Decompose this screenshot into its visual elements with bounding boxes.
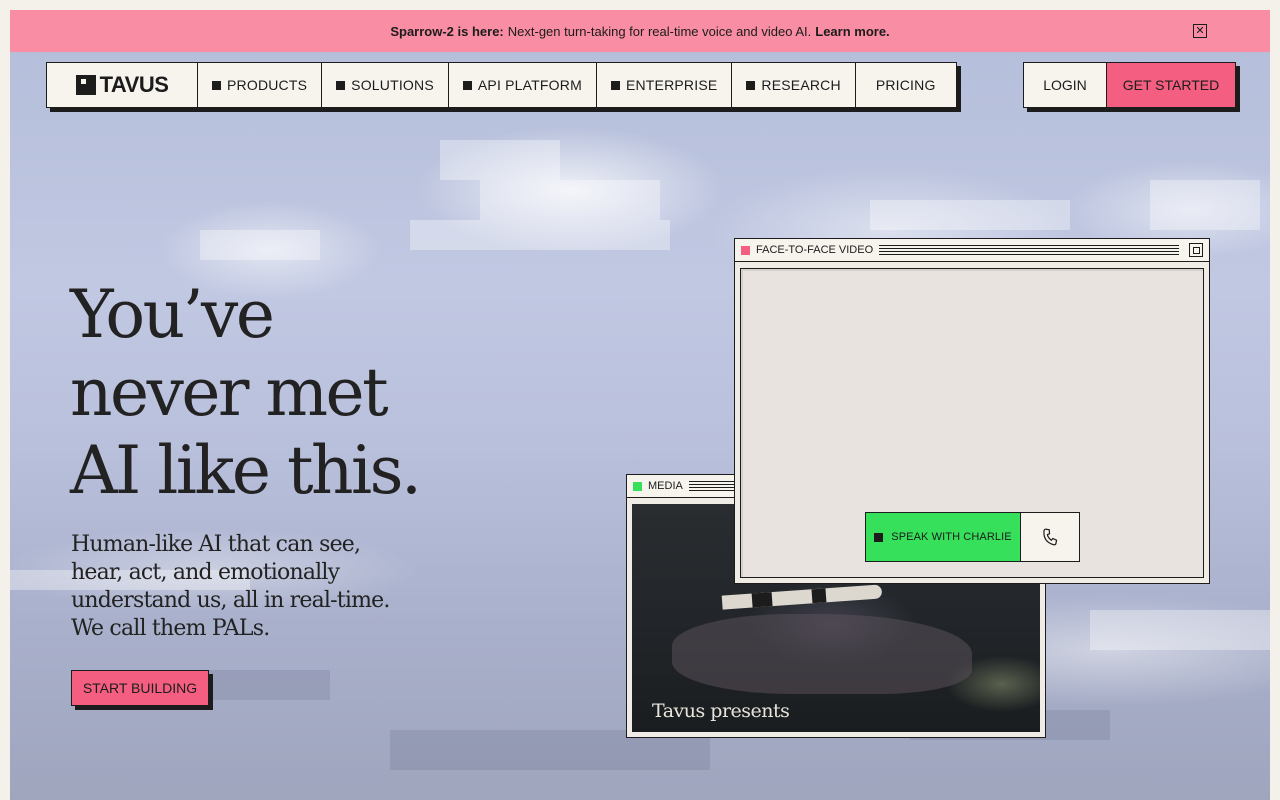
- speak-with-charlie-button[interactable]: SPEAK WITH CHARLIE: [866, 513, 1021, 561]
- square-icon: [610, 80, 620, 90]
- learn-more-link[interactable]: Learn more.: [815, 24, 889, 39]
- square-icon: [874, 532, 884, 542]
- logo[interactable]: TAVUS: [47, 63, 198, 107]
- announcement-bar: Sparrow-2 is here: Next-gen turn-taking …: [10, 10, 1270, 52]
- logo-text: TAVUS: [99, 72, 169, 97]
- speak-controls: SPEAK WITH CHARLIE: [865, 512, 1080, 562]
- nav-item-label: ENTERPRISE: [625, 77, 718, 93]
- ftf-window-title: FACE-TO-FACE VIDEO: [756, 244, 874, 256]
- cloud-block: [1150, 180, 1260, 230]
- cloud-block: [410, 220, 670, 250]
- green-dot-icon: [633, 481, 642, 491]
- page-frame: Sparrow-2 is here: Next-gen turn-taking …: [10, 10, 1270, 800]
- nav-products[interactable]: PRODUCTS: [198, 63, 323, 107]
- hero-title-line: AI like this.: [70, 432, 422, 509]
- nav-item-label: SOLUTIONS: [351, 77, 434, 93]
- media-window-title: MEDIA: [648, 480, 683, 492]
- announcement-text: Next-gen turn-taking for real-time voice…: [507, 23, 812, 39]
- window-zoom-icon[interactable]: [1189, 243, 1203, 257]
- hero-subtitle: Human-like AI that can see, hear, act, a…: [71, 532, 390, 641]
- square-icon: [212, 80, 221, 90]
- hero-title-line: You’ve: [70, 276, 275, 353]
- announcement-bold: Sparrow-2 is here:: [390, 23, 504, 39]
- nav-enterprise[interactable]: ENTERPRISE: [597, 63, 733, 107]
- nav-pricing[interactable]: PRICING: [856, 63, 956, 107]
- square-icon: [746, 80, 756, 90]
- start-building-button[interactable]: START BUILDING: [71, 670, 209, 706]
- ftf-window-titlebar[interactable]: FACE-TO-FACE VIDEO: [735, 239, 1209, 262]
- close-icon[interactable]: ✕: [1193, 24, 1207, 38]
- square-icon: [336, 80, 346, 90]
- nav-item-label: PRICING: [875, 77, 936, 93]
- phone-icon[interactable]: [1021, 513, 1079, 561]
- login-button[interactable]: LOGIN: [1024, 63, 1107, 107]
- nav-research[interactable]: RESEARCH: [732, 63, 856, 107]
- square-icon: [462, 80, 472, 90]
- video-canvas: SPEAK WITH CHARLIE: [740, 268, 1204, 578]
- auth-buttons: LOGIN GET STARTED: [1023, 62, 1236, 108]
- main-nav: TAVUS PRODUCTS SOLUTIONS API PLATFORM EN…: [46, 62, 957, 108]
- cloud-block: [1090, 610, 1270, 650]
- speak-label: SPEAK WITH CHARLIE: [891, 531, 1012, 543]
- nav-api-platform[interactable]: API PLATFORM: [449, 63, 597, 107]
- media-caption: Tavus presents: [652, 700, 790, 722]
- cloud-block: [870, 200, 1070, 230]
- face-to-face-window: FACE-TO-FACE VIDEO SPEAK WITH CHARLIE: [734, 238, 1210, 584]
- get-started-button[interactable]: GET STARTED: [1107, 63, 1235, 107]
- video-scene: [672, 614, 972, 694]
- cloud-block: [480, 180, 660, 220]
- cloud-block: [440, 140, 560, 180]
- nav-solutions[interactable]: SOLUTIONS: [322, 63, 449, 107]
- toy-rocket-image: [721, 584, 883, 610]
- nav-item-label: PRODUCTS: [227, 77, 308, 93]
- nav-item-label: API PLATFORM: [477, 77, 582, 93]
- tavus-logo-icon: [75, 75, 96, 95]
- pink-dot-icon: [741, 245, 750, 255]
- hero-title-line: never met: [70, 354, 389, 431]
- hero-title: You’ve never met AI like this.: [70, 276, 422, 510]
- cloud-block: [200, 230, 320, 260]
- titlebar-stripes: [879, 244, 1179, 256]
- nav-item-label: RESEARCH: [761, 77, 841, 93]
